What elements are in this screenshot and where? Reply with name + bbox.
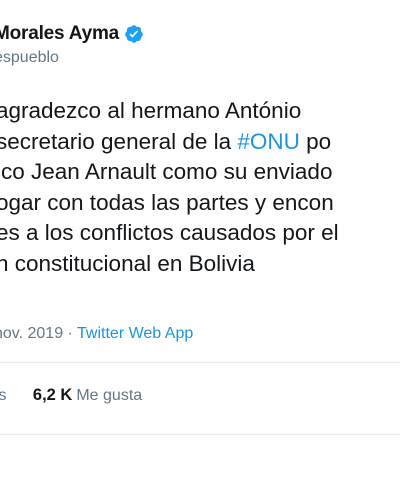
likes-count: 6,2 K [32,386,73,404]
tweet-text-segment: ico Jean Arnault como su enviado [0,159,333,185]
tweet-text: agradezco al hermano António secretario g… [0,96,400,280]
tweet-text-segment: agradezco al hermano António [0,98,302,123]
hashtag-link[interactable]: #ONU [237,129,300,154]
tweet-line: ico Jean Arnault como su enviado [0,157,400,188]
tweet-line: agradezco al hermano António [0,96,400,127]
divider-bottom [0,434,400,435]
tweet-text-segment: secretario general de la [0,128,238,154]
tweet-line: ogar con todas las partes y encon [0,188,400,219]
likes-stat[interactable]: 6,2 K Me gusta [33,386,142,405]
tweet-meta: nov. 2019 · Twitter Web App [0,325,193,343]
author-display-name[interactable]: Morales Ayma [0,23,119,45]
tweet-text-segment: po [299,128,332,154]
tweet-header: Morales Ayma [0,22,144,46]
likes-label: Me gusta [76,387,143,404]
tweet-stats: ts 6,2 KMe gusta [0,386,142,405]
verified-badge-icon [124,24,144,44]
tweet-line: n constitucional en Bolivia [0,249,400,280]
retweets-label[interactable]: ts [0,387,6,405]
author-name-row[interactable]: Morales Ayma [0,22,144,46]
tweet-source-link[interactable]: Twitter Web App [77,325,193,342]
tweet-text-segment: ogar con todas las partes y encon [0,189,334,215]
author-handle[interactable]: espueblo [0,49,59,67]
tweet-date[interactable]: nov. 2019 [0,325,63,342]
tweet-line: secretario general de la #ONU po [0,127,400,158]
tweet-text-segment: n constitucional en Bolivia [0,250,255,276]
tweet-card: Morales Ayma espueblo agradezco al herma… [0,0,400,498]
meta-separator: · [63,325,78,342]
tweet-line: es a los conflictos causados por el [0,218,400,249]
tweet-text-segment: es a los conflictos causados por el [0,220,339,246]
divider-top [0,362,400,363]
